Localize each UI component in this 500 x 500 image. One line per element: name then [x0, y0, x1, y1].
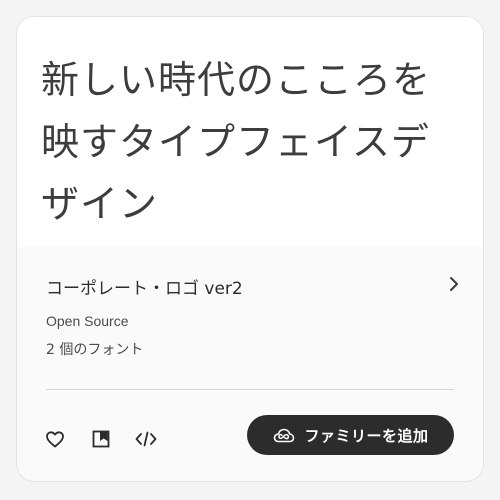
add-family-label: ファミリーを追加	[304, 426, 429, 445]
family-info: コーポレート・ロゴ ver2 Open Source 2 個のフォント ファミリ…	[17, 247, 483, 481]
preview-sample-text: 新しい時代のこころを映すタイプフェイスデザイン	[41, 58, 432, 226]
chevron-right-icon[interactable]	[443, 273, 465, 295]
font-preview[interactable]: 新しい時代のこころを映すタイプフェイスデザイン	[17, 17, 483, 247]
code-icon[interactable]	[134, 427, 158, 451]
font-count: 2 個のフォント	[46, 342, 144, 358]
foundry-name[interactable]: Open Source	[46, 313, 129, 329]
family-name[interactable]: コーポレート・ロゴ ver2	[46, 274, 243, 299]
add-family-button[interactable]: ファミリーを追加	[247, 415, 454, 455]
divider	[46, 389, 454, 390]
font-family-card[interactable]: 新しい時代のこころを映すタイプフェイスデザイン コーポレート・ロゴ ver2 O…	[16, 16, 484, 482]
creative-cloud-icon	[272, 426, 296, 444]
bookmark-icon[interactable]	[89, 427, 113, 451]
heart-icon[interactable]	[43, 427, 67, 451]
